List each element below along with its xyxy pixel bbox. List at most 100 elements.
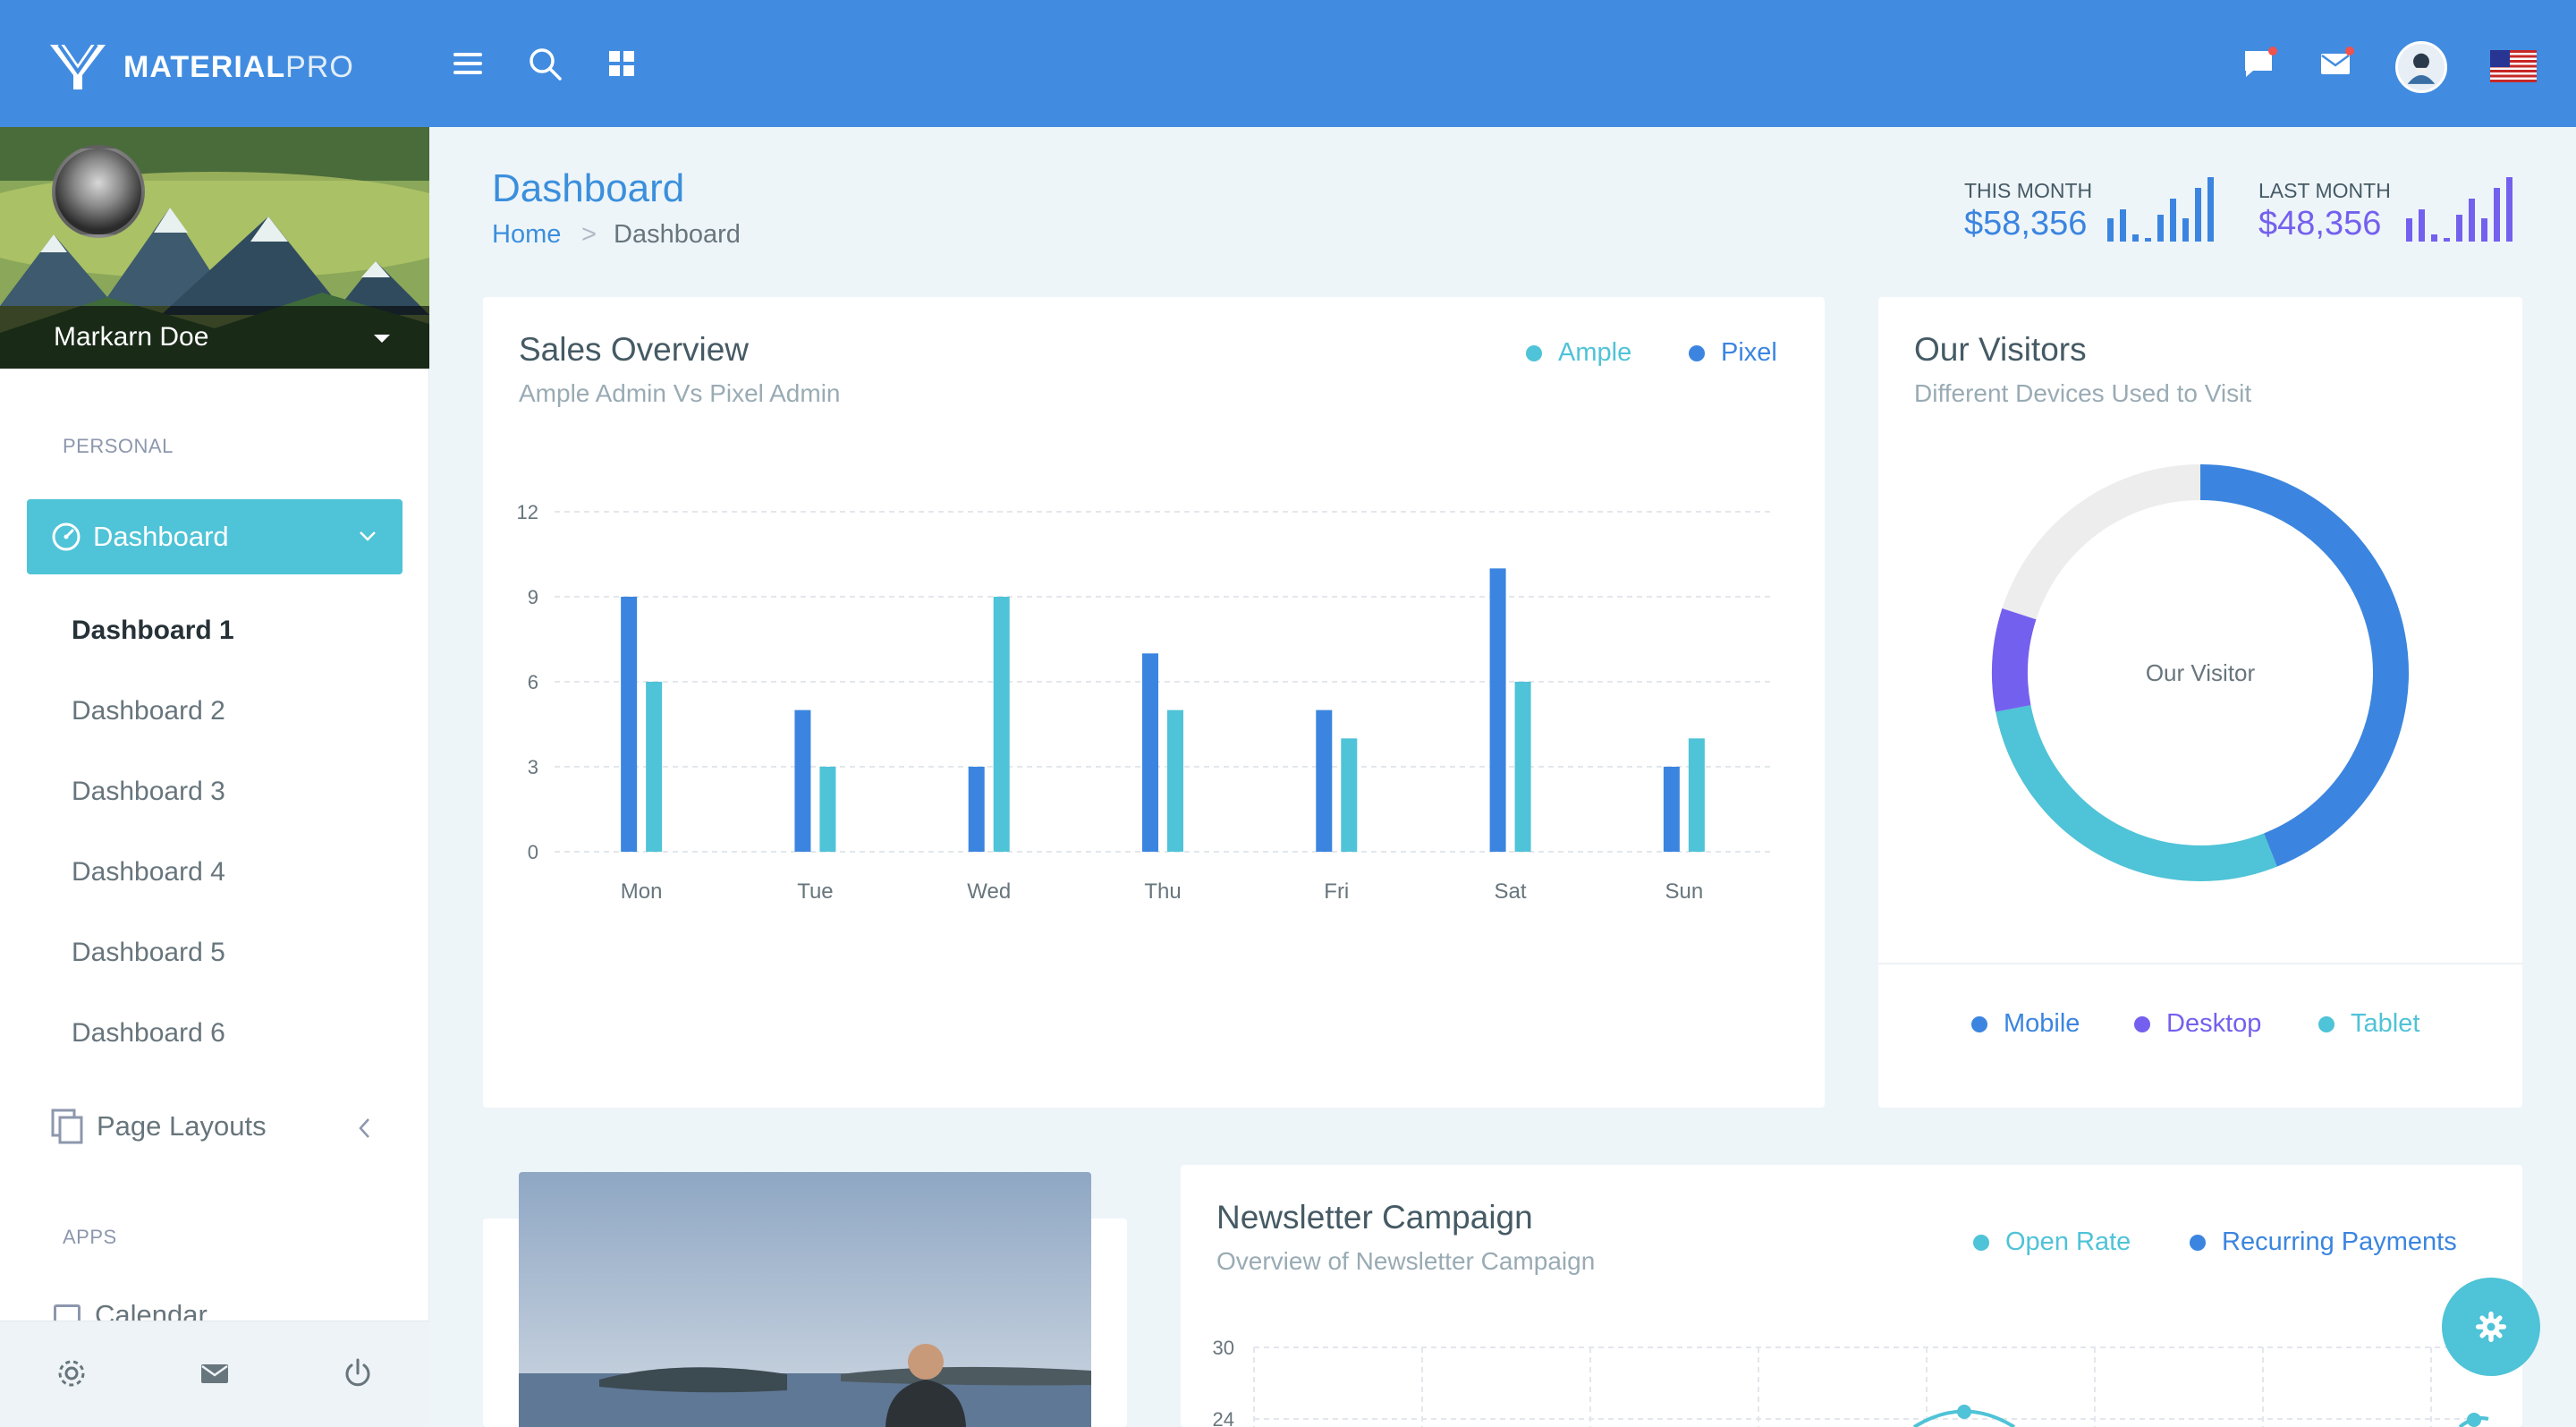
brand-name: MATERIALPRO <box>123 49 354 84</box>
sparkline-this-month <box>2107 175 2215 242</box>
sidebar-subitem-dashboard-2[interactable]: Dashboard 2 <box>72 696 225 726</box>
chat-icon[interactable] <box>2238 43 2279 84</box>
stat-label: LAST MONTH <box>2258 179 2391 202</box>
profile-avatar[interactable] <box>52 145 145 238</box>
nav-caption-personal: PERSONAL <box>63 435 174 457</box>
sidebar: Markarn Doe PERSONAL Dashboard Dashboard… <box>0 127 429 1427</box>
legend-pixel[interactable]: Pixel <box>1689 338 1777 368</box>
sidebar-subitem-dashboard-1[interactable]: Dashboard 1 <box>72 616 234 646</box>
legend-dot <box>2318 1015 2334 1032</box>
card-subtitle: Overview of Newsletter Campaign <box>1216 1247 1596 1275</box>
y-tick-label: 3 <box>528 756 538 778</box>
profile-dropdown[interactable]: Markarn Doe <box>0 306 429 369</box>
sidebar-subitem-dashboard-3[interactable]: Dashboard 3 <box>72 777 225 807</box>
gauge-icon <box>52 522 80 551</box>
card-title: Our Visitors <box>1914 331 2087 368</box>
x-tick-label: Sat <box>1495 879 1527 904</box>
bar-pixel-wed <box>968 767 985 852</box>
bar-pixel-sat <box>1489 568 1506 852</box>
page-title: Dashboard <box>492 166 685 210</box>
bar-ample-sun <box>1688 738 1705 852</box>
search-icon[interactable] <box>524 43 565 84</box>
us-flag-icon[interactable] <box>2490 50 2537 82</box>
bar-pixel-mon <box>621 597 638 852</box>
gear-icon <box>2475 1311 2507 1343</box>
x-tick-label: Mon <box>621 879 663 904</box>
bar-ample-sat <box>1514 682 1531 852</box>
stat-this-month: THIS MONTH $58,356 <box>1964 179 2092 243</box>
profile-name: Markarn Doe <box>54 322 209 352</box>
chevron-down-icon <box>360 531 376 541</box>
legend-dot <box>2134 1015 2150 1032</box>
legend-recurring-payments[interactable]: Recurring Payments <box>2190 1227 2457 1257</box>
logo-icon <box>50 43 106 89</box>
settings-icon[interactable] <box>54 1355 89 1391</box>
bar-pixel-thu <box>1142 653 1158 852</box>
notification-dot <box>2268 47 2277 55</box>
sidebar-subitem-dashboard-4[interactable]: Dashboard 4 <box>72 857 225 888</box>
stat-value: $48,356 <box>2258 205 2382 242</box>
visitors-donut-chart: Our Visitor <box>1992 464 2409 881</box>
bar-ample-fri <box>1341 738 1358 852</box>
bar-ample-tue <box>819 767 836 852</box>
sidebar-item-calendar[interactable]: Calendar <box>50 1304 426 1321</box>
stat-value: $58,356 <box>1964 205 2088 242</box>
sidebar-subitem-dashboard-6[interactable]: Dashboard 6 <box>72 1018 225 1049</box>
chevron-left-icon[interactable] <box>356 1117 374 1140</box>
power-icon[interactable] <box>340 1355 376 1391</box>
photo-image <box>519 1172 1091 1427</box>
card-subtitle: Different Devices Used to Visit <box>1914 379 2252 407</box>
legend-desktop[interactable]: Desktop <box>2134 1009 2261 1039</box>
notification-dot <box>2345 47 2354 55</box>
caret-down-icon <box>374 335 390 343</box>
legend-ample[interactable]: Ample <box>1526 338 1631 368</box>
chart-point <box>1957 1405 1971 1419</box>
x-tick-label: Wed <box>967 879 1011 904</box>
mail-icon[interactable] <box>197 1355 233 1391</box>
sales-overview-card: Sales Overview Ample Admin Vs Pixel Admi… <box>483 297 1825 1108</box>
sidebar-subitem-dashboard-5[interactable]: Dashboard 5 <box>72 938 225 968</box>
donut-slice-tablet <box>1996 704 2277 881</box>
y-tick-label: 0 <box>528 841 538 863</box>
card-subtitle: Ample Admin Vs Pixel Admin <box>519 379 841 407</box>
grid-icon[interactable] <box>601 43 642 84</box>
menu-icon[interactable] <box>447 43 488 84</box>
nav-caption-apps: APPS <box>63 1226 117 1248</box>
y-tick-label: 12 <box>517 501 538 523</box>
sidebar-footer <box>0 1321 429 1427</box>
mail-icon[interactable] <box>2315 43 2356 84</box>
donut-center-label: Our Visitor <box>2146 659 2256 686</box>
tick-label: 30 <box>1213 1337 1234 1359</box>
visitors-card: Our Visitors Different Devices Used to V… <box>1878 297 2522 1108</box>
y-tick-label: 9 <box>528 586 538 608</box>
stat-label: THIS MONTH <box>1964 179 2093 202</box>
newsletter-card: Newsletter Campaign Overview of Newslett… <box>1181 1165 2522 1427</box>
stat-last-month: LAST MONTH $48,356 <box>2258 179 2391 243</box>
top-navbar: MATERIALPRO <box>0 0 2576 127</box>
settings-fab-button[interactable] <box>2442 1278 2540 1376</box>
copy-icon <box>51 1108 83 1144</box>
legend-dot <box>2190 1234 2206 1251</box>
sidebar-item-page-layouts[interactable]: Page Layouts <box>50 1108 267 1145</box>
newsletter-line-chart: 30 24 <box>1213 1337 2489 1427</box>
bar-ample-thu <box>1167 709 1183 852</box>
legend-tablet[interactable]: Tablet <box>2318 1009 2419 1039</box>
x-tick-label: Sun <box>1665 879 1704 904</box>
chart-point <box>2467 1413 2481 1427</box>
x-tick-label: Fri <box>1324 879 1349 904</box>
bar-ample-mon <box>646 682 663 852</box>
sidebar-item-label: Calendar <box>95 1304 208 1321</box>
sidebar-item-label: Dashboard <box>93 521 229 552</box>
bar-ample-wed <box>993 597 1010 852</box>
card-title: Sales Overview <box>519 331 750 368</box>
legend-open-rate[interactable]: Open Rate <box>1973 1227 2131 1257</box>
breadcrumb-current: Dashboard <box>614 220 741 249</box>
brand-logo[interactable]: MATERIALPRO <box>47 41 354 93</box>
breadcrumb-home[interactable]: Home <box>492 220 561 250</box>
bar-pixel-tue <box>794 709 811 852</box>
sales-bar-chart: 0 3 6 9 12 Mon Tue Wed Thu Fri Sat Sun <box>517 501 1771 904</box>
user-avatar[interactable] <box>2395 41 2447 93</box>
sidebar-item-dashboard[interactable]: Dashboard <box>27 499 402 574</box>
legend-mobile[interactable]: Mobile <box>1971 1009 2080 1039</box>
x-tick-label: Thu <box>1144 879 1181 904</box>
